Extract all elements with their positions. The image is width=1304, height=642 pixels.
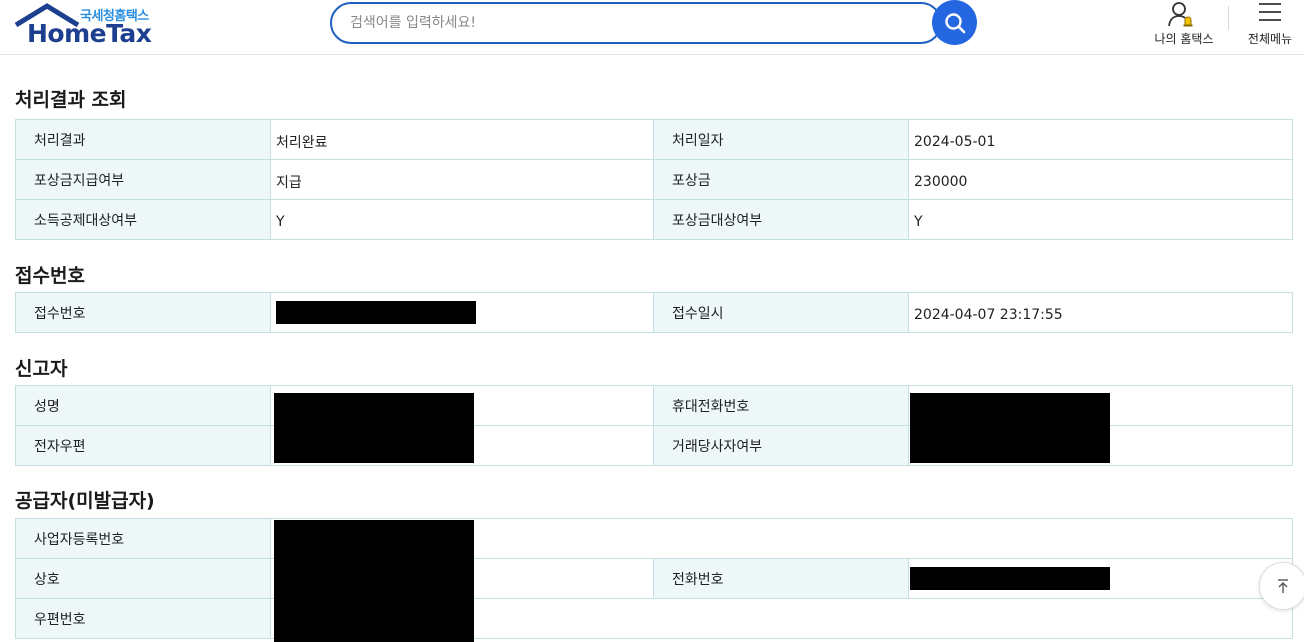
value-mobile	[908, 385, 1293, 463]
logo-title: HomeTax	[27, 19, 152, 48]
value-reward-paid: 지급	[270, 159, 654, 200]
value-receipt-datetime: 2024-04-07 23:17:55	[908, 292, 1293, 333]
redacted-block	[274, 520, 474, 642]
label-process-date: 처리일자	[653, 119, 909, 160]
value-receipt-number	[270, 292, 654, 333]
label-process-result: 처리결과	[15, 119, 271, 160]
search-button[interactable]	[932, 0, 977, 45]
label-phone: 전화번호	[653, 558, 909, 599]
label-name: 성명	[15, 385, 271, 426]
value-name	[270, 385, 654, 463]
value-deduction-target: Y	[270, 199, 654, 240]
value-phone	[907, 558, 1294, 599]
label-party-status: 거래당사자여부	[653, 425, 909, 466]
arrow-up-icon	[1278, 579, 1288, 593]
redacted-block	[910, 393, 1110, 463]
search-icon	[944, 12, 965, 33]
receipt-table: 접수번호 접수일시 2024-04-07 23:17:55	[15, 292, 1293, 333]
label-reward-target: 포상금대상여부	[653, 199, 909, 240]
supplier-table: 사업자등록번호 상호 전화번호 우편번호	[15, 518, 1294, 642]
section-title-receipt: 접수번호	[15, 265, 85, 287]
scroll-top-button[interactable]	[1259, 562, 1304, 610]
search-input[interactable]	[350, 4, 910, 42]
label-reward-amount: 포상금	[653, 159, 909, 200]
hamburger-icon	[1259, 3, 1281, 21]
label-mobile: 휴대전화번호	[653, 385, 909, 426]
all-menu-button[interactable]: 전체메뉴	[1244, 0, 1296, 52]
user-bell-icon	[1168, 2, 1193, 27]
table-row: 상호 전화번호	[15, 558, 1294, 599]
redacted-block	[910, 567, 1110, 590]
label-reward-paid: 포상금지급여부	[15, 159, 271, 200]
table-row: 우편번호	[15, 598, 1294, 639]
table-row: 성명 휴대전화번호	[15, 385, 1293, 463]
table-row: 접수번호 접수일시 2024-04-07 23:17:55	[15, 292, 1293, 333]
table-row: 포상금지급여부 지급 포상금 230000	[15, 159, 1293, 200]
hometax-logo[interactable]: 국세청홈택스 HomeTax	[14, 2, 154, 48]
value-reward-amount: 230000	[908, 159, 1293, 200]
section-title-result: 처리결과 조회	[15, 89, 127, 111]
table-row: 소득공제대상여부 Y 포상금대상여부 Y	[15, 199, 1293, 240]
table-row: 처리결과 처리완료 처리일자 2024-05-01	[15, 119, 1293, 160]
table-row: 사업자등록번호	[15, 518, 1294, 642]
value-process-result: 처리완료	[270, 119, 654, 160]
redacted-block	[276, 301, 476, 324]
my-hometax-label: 나의 홈택스	[1154, 32, 1214, 46]
label-receipt-number: 접수번호	[15, 292, 271, 333]
all-menu-label: 전체메뉴	[1247, 32, 1293, 46]
section-title-supplier: 공급자(미발급자)	[15, 490, 155, 512]
label-receipt-datetime: 접수일시	[653, 292, 909, 333]
header-divider	[1228, 6, 1229, 30]
section-title-reporter: 신고자	[15, 358, 68, 380]
value-process-date: 2024-05-01	[908, 119, 1293, 160]
result-table: 처리결과 처리완료 처리일자 2024-05-01 포상금지급여부 지급 포상금…	[15, 119, 1293, 240]
label-deduction-target: 소득공제대상여부	[15, 199, 271, 240]
label-email: 전자우편	[15, 425, 271, 466]
label-business-number: 사업자등록번호	[15, 518, 271, 559]
header: 국세청홈택스 HomeTax 나의 홈택스 전체메뉴	[0, 0, 1304, 55]
search-box	[330, 2, 942, 44]
redacted-block	[274, 393, 474, 463]
value-reward-target: Y	[908, 199, 1293, 240]
label-postal-code: 우편번호	[15, 598, 271, 639]
value-business-number	[269, 518, 1294, 642]
reporter-table: 성명 휴대전화번호 전자우편 거래당사자여부	[15, 385, 1293, 466]
label-company-name: 상호	[15, 558, 271, 599]
my-hometax-button[interactable]: 나의 홈택스	[1150, 0, 1218, 52]
